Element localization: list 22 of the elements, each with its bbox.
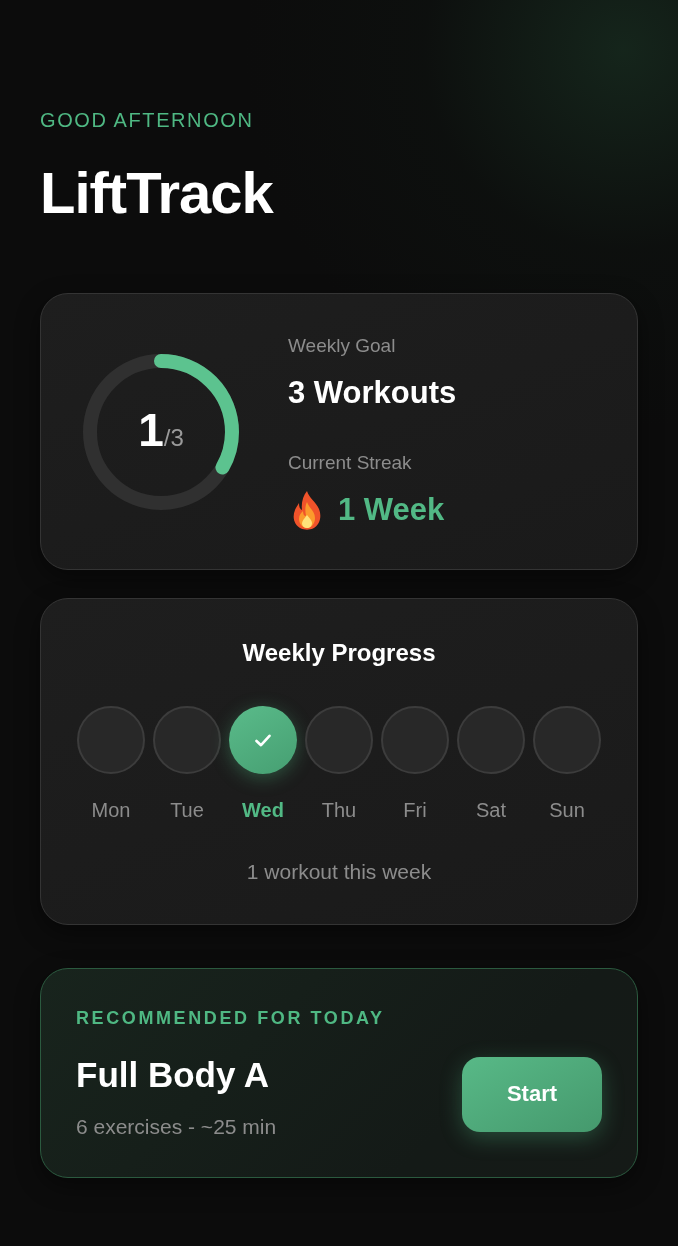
day-label: Fri (403, 798, 427, 822)
streak-value: 1 Week (338, 490, 445, 529)
workout-count-text: 1 workout this week (246, 859, 432, 885)
goal-total: /3 (163, 423, 184, 452)
greeting-text: GOOD AFTERNOON (40, 108, 254, 132)
section-label: RECOMMENDED FOR TODAY (76, 1007, 385, 1029)
workout-name: Full Body A (76, 1054, 270, 1096)
completed-count: 1 (138, 403, 164, 456)
app-title: LiftTrack (40, 161, 273, 225)
card-title: Weekly Progress (242, 638, 436, 668)
day-label: Tue (170, 798, 204, 822)
streak-label: Current Streak (288, 450, 412, 475)
day-label: Sat (476, 798, 506, 822)
goal-value: 3 Workouts (288, 373, 457, 412)
day-label: Wed (242, 798, 284, 822)
day-label: Mon (91, 798, 131, 822)
day-label: Sun (549, 798, 585, 822)
start-button[interactable]: Start (462, 1056, 602, 1132)
workout-details: 6 exercises - ~25 min (76, 1114, 277, 1140)
day-label: Thu (321, 798, 357, 822)
goal-label: Weekly Goal (288, 333, 396, 358)
check-icon (255, 733, 271, 747)
